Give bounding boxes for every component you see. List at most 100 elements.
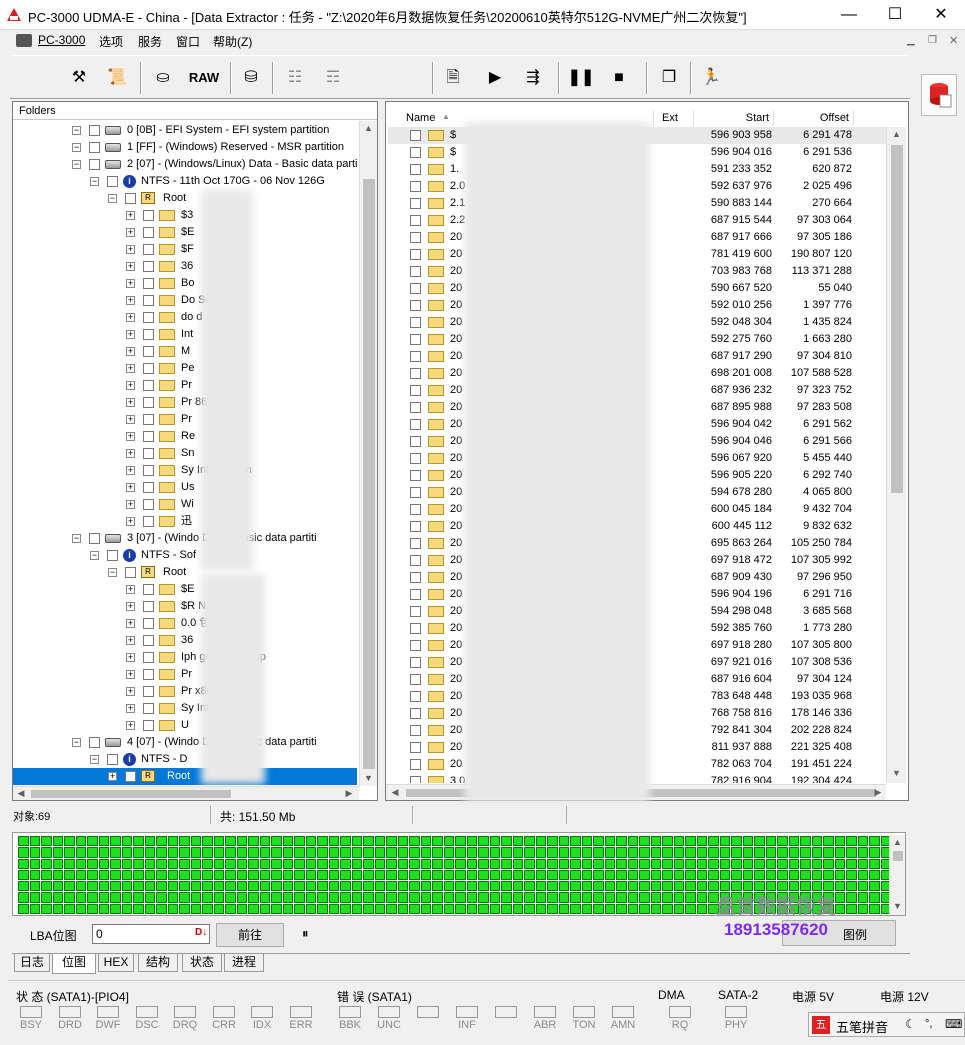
tree-node[interactable]: + Re <box>13 428 357 445</box>
tree-node[interactable]: +Iph group backup <box>13 649 357 666</box>
select-checkbox[interactable] <box>410 504 421 515</box>
mdi-minimize-icon[interactable]: ▁ <box>907 35 915 46</box>
select-checkbox[interactable] <box>410 181 421 192</box>
tree-horizontal-scrollbar[interactable]: ◀ ▶ <box>13 786 359 800</box>
select-checkbox[interactable] <box>410 776 421 783</box>
windows-icon[interactable]: ❐ <box>654 64 684 92</box>
select-checkbox[interactable] <box>410 708 421 719</box>
select-checkbox[interactable] <box>143 277 154 289</box>
scroll-down-icon[interactable]: ▼ <box>890 901 905 911</box>
expand-toggle-icon[interactable]: + <box>126 516 135 526</box>
expand-toggle-icon[interactable]: − <box>90 550 99 560</box>
mdi-restore-icon[interactable]: ❐ <box>928 35 937 46</box>
select-checkbox[interactable] <box>410 674 421 685</box>
menu-window[interactable]: 窗口 <box>176 33 200 50</box>
tree-node[interactable]: + $R N <box>13 598 357 615</box>
select-checkbox[interactable] <box>143 345 154 357</box>
tree-node[interactable]: −3 [07] - (Windo Data - Basic data parti… <box>13 530 357 547</box>
select-checkbox[interactable] <box>410 317 421 328</box>
expand-toggle-icon[interactable]: + <box>126 397 135 407</box>
stop-icon[interactable]: ■ <box>604 64 634 92</box>
tree-node[interactable]: + 迅 <box>13 513 357 530</box>
select-checkbox[interactable] <box>89 736 100 748</box>
select-checkbox[interactable] <box>143 702 154 714</box>
tree-node[interactable]: + Sn <box>13 445 357 462</box>
moon-icon[interactable]: ☾ <box>905 1017 916 1031</box>
scroll-up-icon[interactable]: ▲ <box>360 123 377 133</box>
select-checkbox[interactable] <box>143 430 154 442</box>
scroll-right-icon[interactable]: ▶ <box>872 787 884 798</box>
scroll-up-icon[interactable]: ▲ <box>890 837 905 847</box>
select-checkbox[interactable] <box>89 141 100 153</box>
tree-node[interactable]: + $E <box>13 224 357 241</box>
expand-toggle-icon[interactable]: − <box>90 754 99 764</box>
expand-toggle-icon[interactable]: − <box>90 176 99 186</box>
select-checkbox[interactable] <box>410 521 421 532</box>
tree-node[interactable]: − i NTFS - Sof <box>13 547 357 564</box>
expand-toggle-icon[interactable]: + <box>126 431 135 441</box>
select-checkbox[interactable] <box>410 759 421 770</box>
save-icon[interactable]: 🗎 <box>438 64 468 92</box>
tree-vertical-scrollbar[interactable]: ▲ ▼ <box>359 121 377 786</box>
tree-node[interactable]: + do d <box>13 309 357 326</box>
select-checkbox[interactable] <box>143 396 154 408</box>
select-checkbox[interactable] <box>410 640 421 651</box>
select-checkbox[interactable] <box>143 617 154 629</box>
expand-toggle-icon[interactable]: − <box>72 533 81 543</box>
tools-icon[interactable]: ⚒ <box>64 64 94 92</box>
side-panel-button[interactable] <box>921 74 957 116</box>
mdi-close-icon[interactable]: ✕ <box>949 34 958 47</box>
expand-toggle-icon[interactable]: + <box>126 601 135 611</box>
maximize-button[interactable]: ☐ <box>872 0 918 30</box>
tab-hex[interactable]: HEX <box>98 954 134 972</box>
expand-toggle-icon[interactable]: + <box>126 210 135 220</box>
select-checkbox[interactable] <box>107 753 118 765</box>
tree-node[interactable]: + M <box>13 343 357 360</box>
select-checkbox[interactable] <box>410 538 421 549</box>
menu-help[interactable]: 帮助(Z) <box>213 33 252 50</box>
scroll-thumb[interactable] <box>31 790 231 798</box>
go-button[interactable]: 前往 <box>216 923 284 947</box>
scroll-thumb[interactable] <box>363 179 375 769</box>
select-checkbox[interactable] <box>410 215 421 226</box>
select-checkbox[interactable] <box>410 606 421 617</box>
expand-toggle-icon[interactable]: − <box>72 159 81 169</box>
expand-toggle-icon[interactable]: + <box>126 652 135 662</box>
folder-tree[interactable]: − 0 [0B] - EFI System - EFI system partit… <box>13 122 357 786</box>
expand-toggle-icon[interactable]: + <box>126 261 135 271</box>
scroll-thumb[interactable] <box>891 145 903 493</box>
tree-node[interactable]: + Pr <box>13 377 357 394</box>
punctuation-icon[interactable]: °, <box>925 1018 932 1030</box>
expand-toggle-icon[interactable]: − <box>108 567 117 577</box>
tree-node[interactable]: − R Root <box>13 564 357 581</box>
disk-export-icon[interactable]: ⛁ <box>236 64 266 92</box>
tree-node[interactable]: − 2 [07] - (Windows/Linux) Data - Basic d… <box>13 156 357 173</box>
tree-node[interactable]: +Sy Information <box>13 700 357 717</box>
close-button[interactable]: ✕ <box>918 0 964 30</box>
expand-toggle-icon[interactable]: + <box>126 635 135 645</box>
expand-toggle-icon[interactable]: + <box>126 414 135 424</box>
tree-node[interactable]: + Us <box>13 479 357 496</box>
expand-toggle-icon[interactable]: − <box>108 193 117 203</box>
select-checkbox[interactable] <box>89 158 100 170</box>
expand-toggle-icon[interactable]: + <box>126 618 135 628</box>
menu-options[interactable]: 选项 <box>99 33 123 50</box>
select-checkbox[interactable] <box>143 413 154 425</box>
select-checkbox[interactable] <box>107 175 118 187</box>
select-checkbox[interactable] <box>410 691 421 702</box>
select-checkbox[interactable] <box>89 124 100 136</box>
select-checkbox[interactable] <box>143 362 154 374</box>
select-checkbox[interactable] <box>410 283 421 294</box>
expand-toggle-icon[interactable]: + <box>126 584 135 594</box>
tab-process[interactable]: 进程 <box>224 954 264 972</box>
scroll-left-icon[interactable]: ◀ <box>15 788 27 799</box>
expand-toggle-icon[interactable]: + <box>126 669 135 679</box>
select-checkbox[interactable] <box>410 147 421 158</box>
expand-toggle-icon[interactable]: − <box>72 142 81 152</box>
select-checkbox[interactable] <box>410 351 421 362</box>
tree-expand-icon[interactable]: ☶ <box>318 64 348 92</box>
select-checkbox[interactable] <box>143 651 154 663</box>
tab-bitmap[interactable]: 位图 <box>52 954 96 974</box>
select-checkbox[interactable] <box>410 623 421 634</box>
expand-toggle-icon[interactable]: + <box>126 465 135 475</box>
